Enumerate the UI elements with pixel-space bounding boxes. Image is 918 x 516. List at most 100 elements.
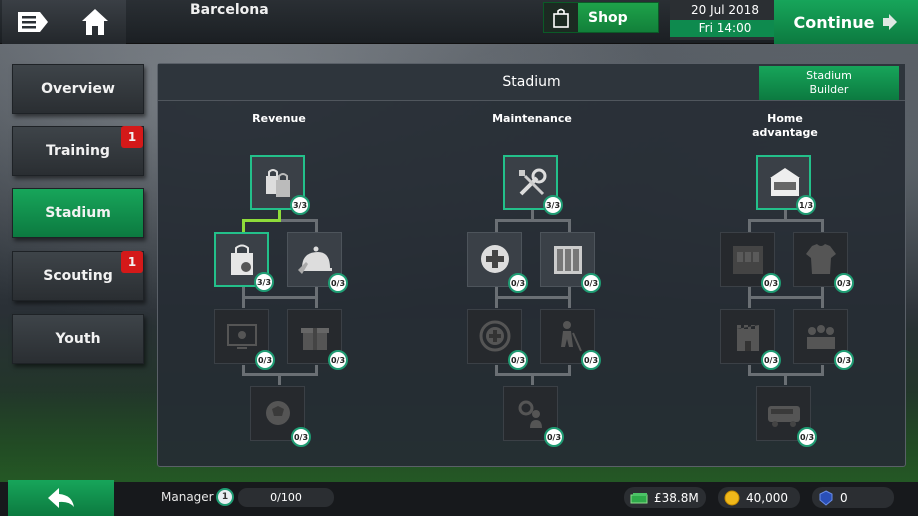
column-title-maintenance: Maintenance xyxy=(492,112,572,125)
cash-display: £38.8M xyxy=(624,487,706,508)
coins-display: 40,000 xyxy=(718,487,800,508)
progress-count: 1/3 xyxy=(796,195,816,215)
menu-button[interactable] xyxy=(2,0,64,44)
cash-value: £38.8M xyxy=(654,490,699,505)
upgrade-node-maintenance-6[interactable]: 0/3 xyxy=(503,386,564,447)
bus-icon xyxy=(768,406,800,427)
token-icon xyxy=(819,489,833,506)
upgrade-node-home-4[interactable]: 0/3 xyxy=(720,309,781,370)
back-arrow-icon xyxy=(48,488,74,508)
date-text: 20 Jul 2018 xyxy=(691,3,759,17)
continue-label: Continue xyxy=(793,12,875,32)
arrow-right-icon xyxy=(883,14,898,30)
builder-label-1: Stadium xyxy=(806,69,852,82)
ball-icon xyxy=(266,401,290,425)
cash-icon xyxy=(630,492,648,503)
tokens-value: 0 xyxy=(840,490,848,505)
progress-count: 0/3 xyxy=(761,273,781,293)
stadium-icon xyxy=(770,168,800,196)
coins-value: 40,000 xyxy=(746,490,788,505)
builder-label-2: Builder xyxy=(809,83,849,96)
back-button[interactable] xyxy=(8,480,114,516)
upgrade-node-home-6[interactable]: 0/3 xyxy=(756,386,817,447)
progress-count: 0/3 xyxy=(834,350,854,370)
food-service-icon xyxy=(298,246,332,274)
progress-count: 0/3 xyxy=(291,427,311,447)
progress-count: 0/3 xyxy=(508,350,528,370)
nav-label: Scouting xyxy=(43,268,113,284)
nav-stadium[interactable]: Stadium xyxy=(12,188,144,238)
screen-icon xyxy=(227,324,257,349)
medical-cross-icon xyxy=(481,245,509,273)
notification-badge: 1 xyxy=(121,126,143,148)
medical-laurel-icon xyxy=(479,320,511,352)
castle-icon xyxy=(737,325,759,351)
nav-label: Youth xyxy=(55,331,101,347)
wrench-screwdriver-icon xyxy=(519,168,547,196)
nav-overview[interactable]: Overview xyxy=(12,64,144,114)
shop-button[interactable]: Shop xyxy=(543,2,659,33)
time-text: Fri 14:00 xyxy=(670,20,780,37)
upgrade-node-revenue-3[interactable]: 0/3 xyxy=(287,232,348,293)
locker-icon xyxy=(554,246,582,274)
progress-count: 3/3 xyxy=(290,195,310,215)
progress-count: 0/3 xyxy=(328,350,348,370)
upgrade-node-home-3[interactable]: 0/3 xyxy=(793,232,854,293)
menu-icon xyxy=(18,12,48,32)
nav-scouting[interactable]: Scouting 1 xyxy=(12,251,144,301)
column-title-home-advantage: Home advantage xyxy=(752,112,818,139)
upgrade-node-revenue-2[interactable]: 3/3 xyxy=(214,232,274,292)
manager-label: Manager xyxy=(161,490,214,504)
upgrade-node-revenue-1[interactable]: 3/3 xyxy=(250,155,310,215)
progress-count: 0/3 xyxy=(761,350,781,370)
date-display: 20 Jul 2018 Fri 14:00 xyxy=(670,0,780,40)
progress-count: 0/3 xyxy=(328,273,348,293)
continue-button[interactable]: Continue xyxy=(774,0,918,44)
column-title-revenue: Revenue xyxy=(252,112,306,125)
progress-count: 0/3 xyxy=(797,427,817,447)
progress-count: 0/3 xyxy=(581,273,601,293)
groundskeeper-icon xyxy=(561,321,582,352)
upgrade-node-home-5[interactable]: 0/3 xyxy=(793,309,854,370)
progress-count: 0/3 xyxy=(544,427,564,447)
upgrade-node-maintenance-5[interactable]: 0/3 xyxy=(540,309,601,370)
upgrade-node-home-1[interactable]: 1/3 xyxy=(756,155,816,215)
shopping-bag-icon xyxy=(231,244,253,275)
nav-training[interactable]: Training 1 xyxy=(12,126,144,176)
shopping-bags-icon xyxy=(266,169,290,197)
progress-count: 3/3 xyxy=(543,195,563,215)
upgrade-node-maintenance-3[interactable]: 0/3 xyxy=(540,232,601,293)
progress-count: 0/3 xyxy=(834,273,854,293)
nav-label: Overview xyxy=(41,81,115,97)
shop-label: Shop xyxy=(588,9,628,26)
stadium-panel: Stadium Stadium Builder Revenue Maintena… xyxy=(157,63,906,467)
notification-badge: 1 xyxy=(121,251,143,273)
nav-label: Training xyxy=(46,143,110,159)
upgrade-node-revenue-5[interactable]: 0/3 xyxy=(287,309,348,370)
shopping-bag-icon xyxy=(544,3,578,32)
upgrade-node-home-2[interactable]: 0/3 xyxy=(720,232,781,293)
home-button[interactable] xyxy=(64,0,126,44)
dressing-room-icon xyxy=(733,246,763,274)
upgrade-node-revenue-4[interactable]: 0/3 xyxy=(214,309,275,370)
upgrade-node-maintenance-4[interactable]: 0/3 xyxy=(467,309,528,370)
home-icon xyxy=(82,9,108,35)
progress-count: 0/3 xyxy=(255,350,275,370)
coin-icon xyxy=(724,490,740,505)
tokens-display: 0 xyxy=(812,487,894,508)
nav-label: Stadium xyxy=(45,205,111,221)
progress-count: 3/3 xyxy=(254,272,274,292)
manager-level-badge: 1 xyxy=(216,488,234,506)
fans-icon xyxy=(807,325,835,349)
upgrade-node-revenue-6[interactable]: 0/3 xyxy=(250,386,311,447)
upgrade-node-maintenance-1[interactable]: 3/3 xyxy=(503,155,563,215)
progress-count: 0/3 xyxy=(581,350,601,370)
nav-youth[interactable]: Youth xyxy=(12,314,144,364)
club-name: Barcelona xyxy=(190,2,269,18)
upgrade-node-maintenance-2[interactable]: 0/3 xyxy=(467,232,528,293)
manager-xp-bar: 0/100 xyxy=(238,488,334,507)
stadium-builder-button[interactable]: Stadium Builder xyxy=(759,66,899,100)
gear-person-icon xyxy=(518,400,542,428)
gift-icon xyxy=(301,328,329,350)
jersey-icon xyxy=(806,244,836,274)
